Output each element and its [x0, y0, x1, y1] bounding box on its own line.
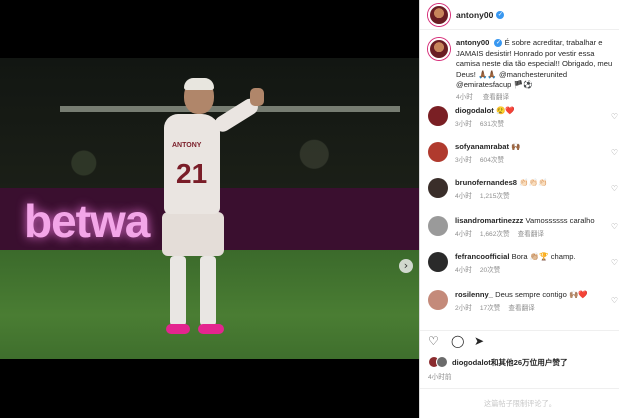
comment-item: sofyanamrabat 🙌🏾 3小时 604次赞 ♡ [428, 142, 618, 164]
comment-meta: 4小时 20次赞 [455, 264, 615, 274]
verified-icon: ✓ [496, 10, 505, 19]
heart-icon[interactable]: ♡ [611, 258, 618, 267]
posted-time: 4小时前 [428, 374, 452, 381]
comment-line: lisandromartinezzz Vamossssss caralho [455, 216, 615, 226]
caption-meta: 4小时 查看翻译 [456, 93, 618, 104]
author-handle[interactable]: antony00 [456, 10, 493, 20]
caption-time: 4小时 [456, 93, 473, 101]
comment-text: 👏🏻👏🏻👏🏻 [519, 178, 548, 187]
caption-translate-link[interactable]: 查看翻译 [483, 94, 509, 101]
comment-username[interactable]: lisandromartinezzz [455, 216, 523, 225]
player-leg-right [200, 256, 216, 326]
post-header: antony00 ✓ [420, 0, 619, 30]
comment-time: 4小时 [455, 267, 472, 274]
comment-body: rosilenny_ Deus sempre contigo 🙌🏽❤️ 2小时 17… [455, 290, 615, 312]
comment-meta: 3小时 604次赞 [455, 154, 615, 164]
player-leg-left [170, 256, 186, 326]
player-hand-thumbs-up [250, 88, 264, 106]
comment-likes[interactable]: 1,662次赞 [480, 231, 510, 238]
comment-meta: 2小时 17次赞 查看翻译 [455, 302, 615, 312]
heart-icon[interactable]: ♡ [611, 222, 618, 231]
comment-text: 😮‍💨❤️ [495, 106, 515, 115]
heart-icon[interactable]: ♡ [611, 296, 618, 305]
comment-likes[interactable]: 604次赞 [480, 157, 504, 164]
avatar[interactable] [428, 216, 448, 236]
comment-item: rosilenny_ Deus sempre contigo 🙌🏽❤️ 2小时 17… [428, 290, 618, 312]
comment-item: fefrancoofficial Bora 👏🏼🏆 champ. 4小时 20次赞 ♡ [428, 252, 618, 274]
player-hair [184, 78, 214, 90]
likes-summary: diogodalot和其他26万位用户赞了 [428, 356, 568, 368]
comment-body: brunofernandes8 👏🏻👏🏻👏🏻 4小时 1,215次赞 [455, 178, 615, 200]
heart-icon[interactable]: ♡ [611, 184, 618, 193]
heart-icon[interactable]: ♡ [611, 112, 618, 121]
comment-body: lisandromartinezzz Vamossssss caralho 4小时… [455, 216, 615, 238]
player-figure: ANTONY 21 [150, 78, 264, 348]
comment-line: brunofernandes8 👏🏻👏🏻👏🏻 [455, 178, 615, 188]
comment-icon[interactable]: ◯ [451, 335, 464, 348]
heart-icon[interactable]: ♡ [428, 335, 441, 348]
comment-text: Deus sempre contigo 🙌🏽❤️ [495, 290, 588, 299]
verified-icon: ✓ [494, 39, 503, 47]
comments-closed-notice: 这篇帖子限制评论了。 [420, 388, 619, 418]
avatar [436, 356, 448, 368]
comment-body: diogodalot 😮‍💨❤️ 3小时 631次赞 [455, 106, 615, 128]
avatar[interactable] [428, 178, 448, 198]
comment-time: 4小时 [455, 193, 472, 200]
avatar[interactable] [428, 142, 448, 162]
heart-icon[interactable]: ♡ [611, 148, 618, 157]
comment-text: Bora 👏🏼🏆 champ. [511, 252, 576, 261]
caption-body: antony00 ✓ É sobre acreditar, trabalhar … [456, 38, 618, 104]
comment-line: fefrancoofficial Bora 👏🏼🏆 champ. [455, 252, 615, 262]
avatar[interactable] [428, 252, 448, 272]
comment-likes[interactable]: 631次赞 [480, 121, 504, 128]
player-boot-right [198, 324, 224, 334]
shirt-number: 21 [176, 158, 208, 189]
likes-text[interactable]: diogodalot和其他26万位用户赞了 [452, 357, 568, 368]
comment-username[interactable]: fefrancoofficial [455, 252, 509, 261]
comment-username[interactable]: brunofernandes8 [455, 178, 517, 187]
avatar[interactable] [428, 290, 448, 310]
comment-meta: 4小时 1,215次赞 [455, 190, 615, 200]
comment-line: diogodalot 😮‍💨❤️ [455, 106, 615, 116]
comment-meta: 4小时 1,662次赞 查看翻译 [455, 228, 615, 238]
comment-time: 3小时 [455, 121, 472, 128]
player-boot-left [166, 324, 190, 334]
post-media-area: betwa ANTONY 21 › [0, 0, 419, 418]
comment-item: diogodalot 😮‍💨❤️ 3小时 631次赞 ♡ [428, 106, 618, 128]
comment-body: sofyanamrabat 🙌🏾 3小时 604次赞 [455, 142, 615, 164]
comment-item: lisandromartinezzz Vamossssss caralho 4小时… [428, 216, 618, 238]
post-side-panel: antony00 ✓ antony00 ✓ É sobre acreditar,… [419, 0, 619, 418]
comment-text: 🙌🏾 [511, 142, 521, 151]
comment-likes[interactable]: 20次赞 [480, 267, 501, 274]
ad-board-text: betwa [24, 195, 150, 247]
comment-line: rosilenny_ Deus sempre contigo 🙌🏽❤️ [455, 290, 615, 300]
avatar[interactable] [428, 106, 448, 126]
comment-likes[interactable]: 1,215次赞 [480, 193, 510, 200]
comment-username[interactable]: sofyanamrabat [455, 142, 509, 151]
comment-translate-link[interactable]: 查看翻译 [518, 231, 544, 238]
comment-time: 3小时 [455, 157, 472, 164]
comment-item: brunofernandes8 👏🏻👏🏻👏🏻 4小时 1,215次赞 ♡ [428, 178, 618, 200]
action-bar: ♡ ◯ ➤ [420, 330, 619, 352]
comment-line: sofyanamrabat 🙌🏾 [455, 142, 615, 152]
comment-translate-link[interactable]: 查看翻译 [508, 305, 534, 312]
chevron-right-icon[interactable]: › [399, 259, 413, 273]
avatar[interactable] [428, 3, 450, 26]
player-shorts [162, 212, 224, 256]
comment-time: 2小时 [455, 305, 472, 312]
comment-time: 4小时 [455, 231, 472, 238]
shirt-name: ANTONY [172, 142, 202, 149]
post-caption: antony00 ✓ É sobre acreditar, trabalhar … [428, 38, 619, 104]
caption-avatar[interactable] [428, 38, 450, 60]
comment-likes[interactable]: 17次赞 [480, 305, 501, 312]
post-photo[interactable]: betwa ANTONY 21 › [0, 58, 419, 359]
comment-username[interactable]: rosilenny_ [455, 290, 493, 299]
caption-author[interactable]: antony00 [456, 38, 489, 47]
comment-meta: 3小时 631次赞 [455, 118, 615, 128]
instagram-post-view: betwa ANTONY 21 › antony00 ✓ antony00 ✓ … [0, 0, 619, 418]
comment-text: Vamossssss caralho [525, 216, 595, 225]
share-icon[interactable]: ➤ [474, 335, 487, 348]
comment-body: fefrancoofficial Bora 👏🏼🏆 champ. 4小时 20次赞 [455, 252, 615, 274]
comment-username[interactable]: diogodalot [455, 106, 494, 115]
